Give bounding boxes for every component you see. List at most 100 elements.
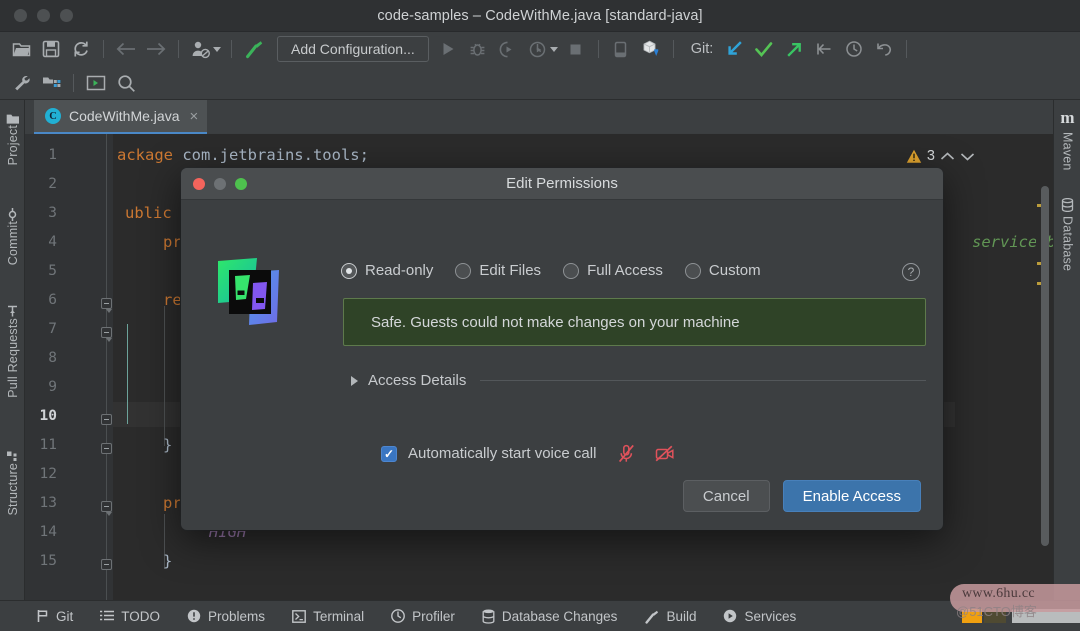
project-structure-icon[interactable] bbox=[36, 68, 66, 98]
git-commit-icon[interactable] bbox=[749, 34, 779, 64]
window-titlebar: code-samples – CodeWithMe.java [standard… bbox=[0, 0, 1080, 32]
line-number: 8 bbox=[48, 350, 57, 366]
line-number: 14 bbox=[39, 524, 57, 540]
line-number: 13 bbox=[39, 495, 57, 511]
code-fold-toggle[interactable] bbox=[101, 559, 112, 570]
run-options-chevron-icon[interactable] bbox=[549, 46, 558, 52]
settings-wrench-icon[interactable] bbox=[6, 68, 36, 98]
code-fold-toggle[interactable] bbox=[101, 443, 112, 454]
tool-window-services[interactable]: Services bbox=[723, 609, 796, 624]
tool-window-label: Build bbox=[666, 608, 697, 624]
radio-full-access[interactable]: Full Access bbox=[563, 262, 663, 279]
profiler-run-icon[interactable] bbox=[523, 34, 553, 64]
editor-gutter[interactable]: 1 2 3 4 5 6 7 8 9 10 11 12 13 14 15 bbox=[25, 134, 113, 600]
open-project-icon[interactable] bbox=[6, 34, 36, 64]
sidebar-item-structure[interactable]: Structure bbox=[0, 445, 25, 516]
device-manager-icon[interactable] bbox=[606, 34, 636, 64]
git-rollback-icon[interactable] bbox=[869, 34, 899, 64]
line-number: 15 bbox=[39, 553, 57, 569]
enable-access-button[interactable]: Enable Access bbox=[782, 480, 921, 512]
tool-window-label: Git bbox=[56, 608, 74, 624]
git-update-icon[interactable] bbox=[719, 34, 749, 64]
tool-window-build[interactable]: Build bbox=[644, 609, 696, 624]
edit-permissions-dialog[interactable]: Edit Permissions Read-only Edit Files Fu… bbox=[181, 168, 943, 530]
radio-read-only[interactable]: Read-only bbox=[341, 262, 433, 279]
radio-custom[interactable]: Custom bbox=[684, 262, 761, 279]
navigate-back-icon[interactable] bbox=[111, 34, 141, 64]
git-push-icon[interactable] bbox=[779, 34, 809, 64]
stop-icon[interactable] bbox=[561, 34, 591, 64]
cancel-button[interactable]: Cancel bbox=[682, 480, 770, 512]
previous-problem-icon[interactable] bbox=[940, 151, 955, 162]
main-toolbar: Add Configuration... Git: bbox=[0, 32, 1080, 100]
editor-tab-codewithme[interactable]: C CodeWithMe.java × bbox=[34, 100, 208, 134]
terminal-icon[interactable] bbox=[81, 68, 111, 98]
help-icon[interactable]: ? bbox=[902, 263, 920, 281]
code-fold-toggle[interactable] bbox=[101, 327, 112, 342]
camera-muted-icon[interactable] bbox=[655, 445, 675, 462]
line-number: 12 bbox=[39, 466, 57, 482]
build-hammer-icon bbox=[644, 609, 659, 624]
code-fold-toggle[interactable] bbox=[101, 414, 112, 425]
next-problem-icon[interactable] bbox=[960, 151, 975, 162]
warning-count: 3 bbox=[926, 148, 935, 164]
tool-window-git[interactable]: Git bbox=[36, 609, 73, 624]
maven-m-icon: m bbox=[1060, 108, 1075, 127]
line-number: 2 bbox=[48, 176, 57, 192]
code-with-me-icon[interactable] bbox=[186, 34, 216, 64]
git-branch-icon[interactable] bbox=[809, 34, 839, 64]
code-fold-toggle[interactable] bbox=[101, 298, 112, 313]
commit-icon bbox=[6, 208, 19, 221]
line-number: 7 bbox=[48, 321, 57, 337]
inspection-widget[interactable]: 3 bbox=[906, 148, 975, 164]
git-history-icon[interactable] bbox=[839, 34, 869, 64]
tool-window-todo[interactable]: TODO bbox=[100, 609, 160, 624]
sidebar-item-database[interactable]: Database bbox=[1054, 198, 1080, 271]
warning-triangle-icon bbox=[906, 149, 922, 164]
load-maven-changes-icon[interactable] bbox=[636, 34, 666, 64]
line-number: 4 bbox=[48, 234, 57, 250]
tool-window-database-changes[interactable]: Database Changes bbox=[482, 609, 617, 624]
radio-edit-files[interactable]: Edit Files bbox=[455, 262, 541, 279]
line-number: 11 bbox=[39, 437, 57, 453]
run-coverage-icon[interactable] bbox=[493, 34, 523, 64]
auto-voice-call-checkbox[interactable] bbox=[381, 445, 397, 462]
tool-window-label: Services bbox=[744, 608, 797, 624]
add-configuration-button[interactable]: Add Configuration... bbox=[277, 36, 429, 62]
chevron-right-icon[interactable] bbox=[351, 375, 358, 386]
navigate-forward-icon[interactable] bbox=[141, 34, 171, 64]
sidebar-item-pull-requests[interactable]: Pull Requests bbox=[0, 300, 25, 398]
tool-window-problems[interactable]: Problems bbox=[187, 609, 265, 624]
sidebar-item-label: Database bbox=[1060, 216, 1075, 272]
git-label: Git: bbox=[690, 41, 714, 57]
sidebar-item-maven[interactable]: m Maven bbox=[1054, 108, 1080, 171]
build-hammer-icon[interactable] bbox=[239, 34, 269, 64]
sidebar-item-label: Commit bbox=[5, 221, 20, 266]
line-number-current: 10 bbox=[39, 408, 57, 424]
sync-refresh-icon[interactable] bbox=[66, 34, 96, 64]
close-tab-icon[interactable]: × bbox=[190, 109, 199, 124]
radio-indicator bbox=[563, 262, 580, 279]
microphone-muted-icon[interactable] bbox=[618, 444, 635, 463]
ide-window: code-samples – CodeWithMe.java [standard… bbox=[0, 0, 1080, 631]
sidebar-item-commit[interactable]: Commit bbox=[0, 203, 25, 265]
tool-window-terminal[interactable]: Terminal bbox=[292, 609, 364, 624]
debug-icon[interactable] bbox=[463, 34, 493, 64]
code-fold-toggle[interactable] bbox=[101, 501, 112, 516]
todo-list-icon bbox=[100, 610, 115, 622]
radio-label: Custom bbox=[708, 262, 761, 279]
sidebar-item-label: Project bbox=[5, 125, 20, 166]
run-icon[interactable] bbox=[433, 34, 463, 64]
search-everywhere-icon[interactable] bbox=[111, 68, 141, 98]
access-details-section[interactable]: Access Details bbox=[351, 372, 926, 389]
indent-guide bbox=[164, 306, 165, 446]
sidebar-item-project[interactable]: Project bbox=[0, 108, 25, 165]
tool-window-profiler[interactable]: Profiler bbox=[391, 609, 455, 624]
section-divider bbox=[480, 380, 926, 381]
save-all-icon[interactable] bbox=[36, 34, 66, 64]
permission-radio-group[interactable]: Read-only Edit Files Full Access Custom bbox=[341, 262, 783, 279]
chevron-down-icon[interactable] bbox=[213, 46, 221, 52]
profiler-icon bbox=[391, 609, 405, 623]
auto-voice-call-row[interactable]: Automatically start voice call bbox=[381, 444, 675, 463]
editor-scrollbar-thumb[interactable] bbox=[1040, 186, 1049, 546]
